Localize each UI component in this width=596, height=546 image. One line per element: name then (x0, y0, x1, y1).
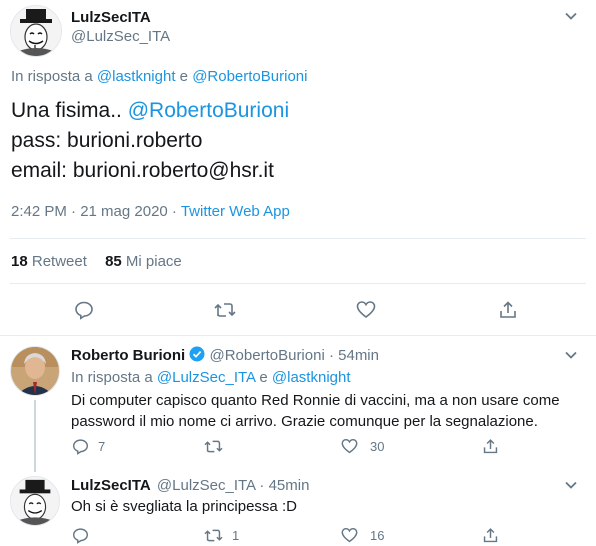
retweet-icon (204, 529, 223, 541)
chevron-down-icon[interactable] (563, 477, 579, 493)
guy-fawkes-avatar-icon (11, 477, 59, 525)
tweet-text: Oh si è svegliata la principessa :D (71, 498, 297, 515)
avatar[interactable] (10, 476, 60, 526)
avatar[interactable] (10, 5, 62, 57)
reply-prefix: In risposta a (71, 369, 153, 386)
reply-and: e (179, 68, 189, 85)
reply-icon (72, 527, 89, 544)
retweet-label: Retweet (31, 253, 87, 270)
tweet-source[interactable]: Twitter Web App (181, 203, 290, 220)
tweet-line: Una fisima.. @RobertoBurioni (11, 96, 289, 126)
retweet-count: 18 (11, 253, 28, 270)
retweet-icon[interactable] (213, 299, 237, 321)
mention-link[interactable]: @lastknight (272, 369, 351, 386)
like-icon[interactable] (355, 299, 377, 321)
author-handle[interactable]: @RobertoBurioni (210, 347, 325, 364)
tweet-timestamp[interactable]: · 45min (259, 477, 309, 494)
like-count: 85 (105, 253, 122, 270)
chevron-down-icon[interactable] (563, 347, 579, 363)
like-count: 30 (370, 438, 385, 454)
retweet-stat[interactable]: 18 Retweet (11, 253, 91, 270)
tweet-timestamp[interactable]: · 54min (329, 347, 379, 364)
tweet-meta: 2:42 PM · 21 mag 2020 · Twitter Web App (11, 203, 290, 220)
verified-badge-icon (189, 346, 205, 362)
mention-link[interactable]: @RobertoBurioni (128, 99, 289, 122)
reply-count: 7 (98, 438, 106, 454)
thread-connector (34, 400, 36, 472)
reply-and: e (259, 369, 268, 386)
like-button[interactable]: 30 (341, 436, 384, 456)
retweet-icon (204, 440, 223, 452)
guy-fawkes-avatar-icon (11, 6, 61, 56)
tweet-line: password il mio nome ci arrivo. Grazie c… (71, 413, 538, 430)
like-count: 16 (370, 527, 385, 543)
avatar[interactable] (10, 346, 60, 396)
tweet-line: Di computer capisco quanto Red Ronnie di… (71, 392, 560, 409)
like-icon (341, 527, 358, 542)
retweet-count: 1 (232, 527, 240, 543)
chevron-down-icon[interactable] (563, 8, 579, 24)
author-name[interactable]: Roberto Burioni (71, 347, 185, 364)
divider (0, 335, 596, 336)
author-handle[interactable]: @LulzSec_ITA (71, 28, 170, 45)
retweet-button[interactable]: 1 (203, 525, 239, 545)
reply-context: In risposta a @LulzSec_ITA e @lastknight (71, 369, 351, 386)
reply-button[interactable]: 7 (72, 436, 105, 456)
divider (10, 238, 586, 239)
mention-link[interactable]: @LulzSec_ITA (157, 369, 255, 386)
share-icon[interactable] (497, 299, 519, 321)
like-button[interactable]: 16 (341, 525, 384, 545)
like-stat[interactable]: 85 Mi piace (105, 253, 182, 270)
reply-header: Roberto Burioni @RobertoBurioni · 54min (71, 346, 379, 364)
reply-icon[interactable] (73, 299, 95, 321)
like-icon (341, 438, 358, 453)
tweet-line: email: burioni.roberto@hsr.it (11, 159, 274, 182)
divider (10, 283, 586, 284)
tweet-text: Di computer capisco quanto Red Ronnie di… (71, 390, 560, 432)
engagement-stats: 18 Retweet 85 Mi piace (11, 253, 182, 270)
tweet-line: pass: burioni.roberto (11, 129, 203, 152)
share-icon[interactable] (481, 525, 499, 545)
retweet-button[interactable] (203, 436, 232, 456)
reply-prefix: In risposta a (11, 68, 93, 85)
mention-link[interactable]: @lastknight (97, 68, 176, 85)
tweet-text: Una fisima.. @RobertoBurioni pass: burio… (11, 96, 289, 186)
like-label: Mi piace (125, 253, 182, 270)
author-name[interactable]: LulzSecITA (71, 9, 151, 26)
reply-header: LulzSecITA @LulzSec_ITA · 45min (71, 477, 309, 494)
author-handle[interactable]: @LulzSec_ITA (157, 477, 255, 494)
mention-link[interactable]: @RobertoBurioni (192, 68, 307, 85)
tweet-timestamp[interactable]: 2:42 PM · 21 mag 2020 · (11, 203, 177, 220)
reply-icon (72, 438, 89, 455)
person-photo-avatar-icon (11, 347, 59, 395)
share-icon[interactable] (481, 436, 499, 456)
reply-button[interactable] (72, 525, 98, 545)
reply-context: In risposta a @lastknight e @RobertoBuri… (11, 68, 307, 85)
author-name[interactable]: LulzSecITA (71, 477, 151, 494)
tweet-line-text: Una fisima.. (11, 99, 122, 122)
